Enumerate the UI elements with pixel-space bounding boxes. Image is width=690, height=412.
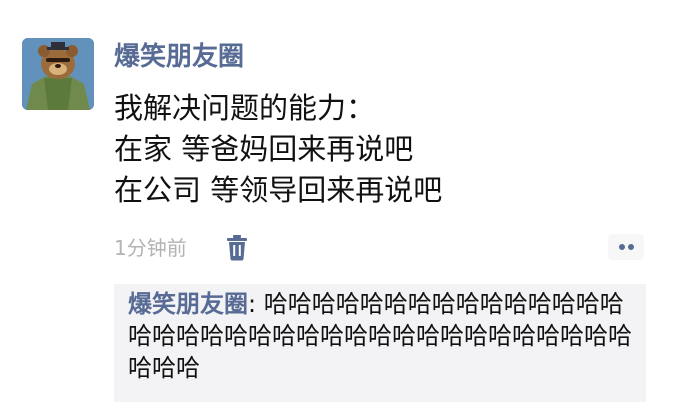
comment-section: 爆笑朋友圈: 哈哈哈哈哈哈哈哈哈哈哈哈哈哈哈哈哈哈哈哈哈哈哈哈哈哈哈哈哈哈哈哈哈… [114, 284, 646, 402]
post-content: 我解决问题的能力： 在家 等爸妈回来再说吧 在公司 等领导回来再说吧 [114, 88, 654, 211]
post-content-line: 在家 等爸妈回来再说吧 [114, 132, 414, 166]
comment-author[interactable]: 爆笑朋友圈 [128, 290, 248, 318]
more-dot [619, 244, 625, 250]
more-dot [628, 244, 634, 250]
moments-post: 爆笑朋友圈 我解决问题的能力： 在家 等爸妈回来再说吧 在公司 等领导回来再说吧… [0, 0, 690, 412]
post-content-line: 我解决问题的能力： [114, 91, 376, 125]
comment-separator: : [248, 290, 264, 318]
avatar[interactable] [22, 38, 94, 110]
trash-icon[interactable] [225, 235, 249, 261]
more-dots-icon[interactable] [608, 234, 644, 260]
post-content-line: 在公司 等领导回来再说吧 [114, 173, 443, 207]
post-author-name[interactable]: 爆笑朋友圈 [114, 40, 244, 74]
post-timestamp: 1分钟前 [114, 236, 187, 260]
cartoon-bear-avatar-icon [22, 38, 94, 110]
comment-item[interactable]: 爆笑朋友圈: 哈哈哈哈哈哈哈哈哈哈哈哈哈哈哈哈哈哈哈哈哈哈哈哈哈哈哈哈哈哈哈哈哈… [128, 288, 636, 384]
